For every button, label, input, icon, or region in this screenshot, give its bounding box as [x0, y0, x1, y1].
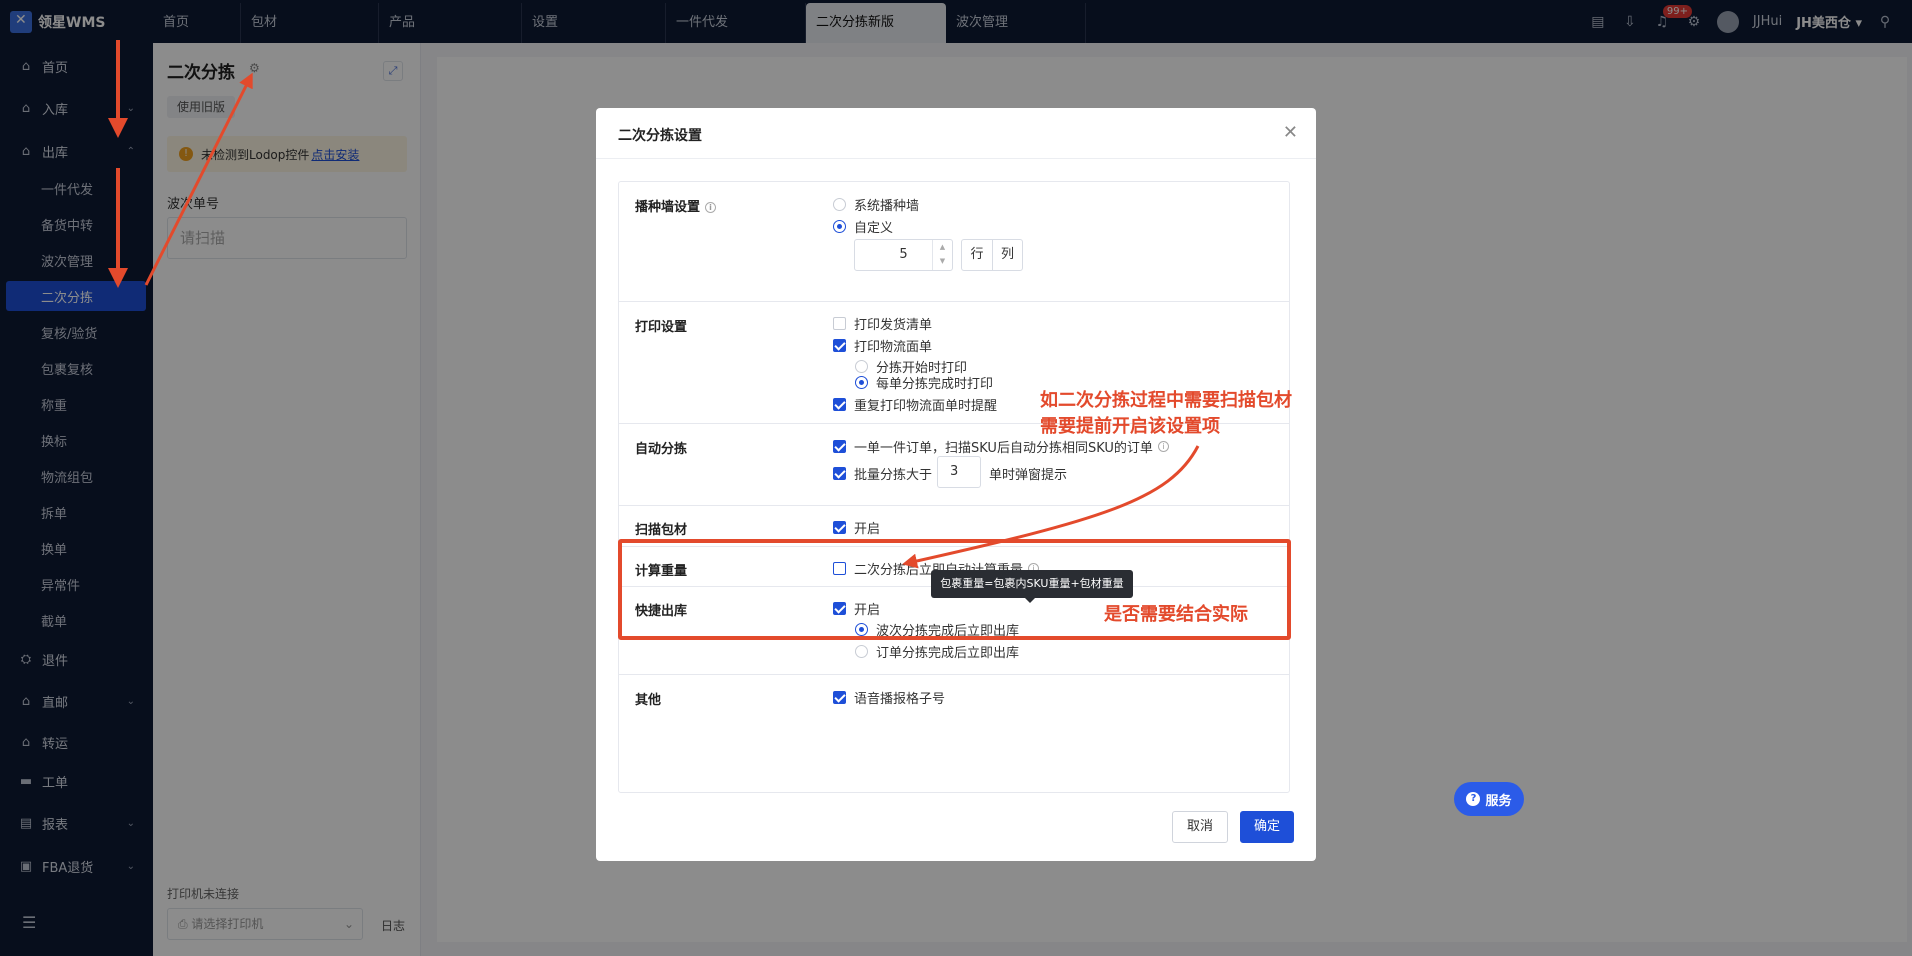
- annotation-arrow: [144, 72, 253, 286]
- annotation-arrow: [902, 445, 1200, 569]
- annotation-arrows: [108, 40, 1200, 569]
